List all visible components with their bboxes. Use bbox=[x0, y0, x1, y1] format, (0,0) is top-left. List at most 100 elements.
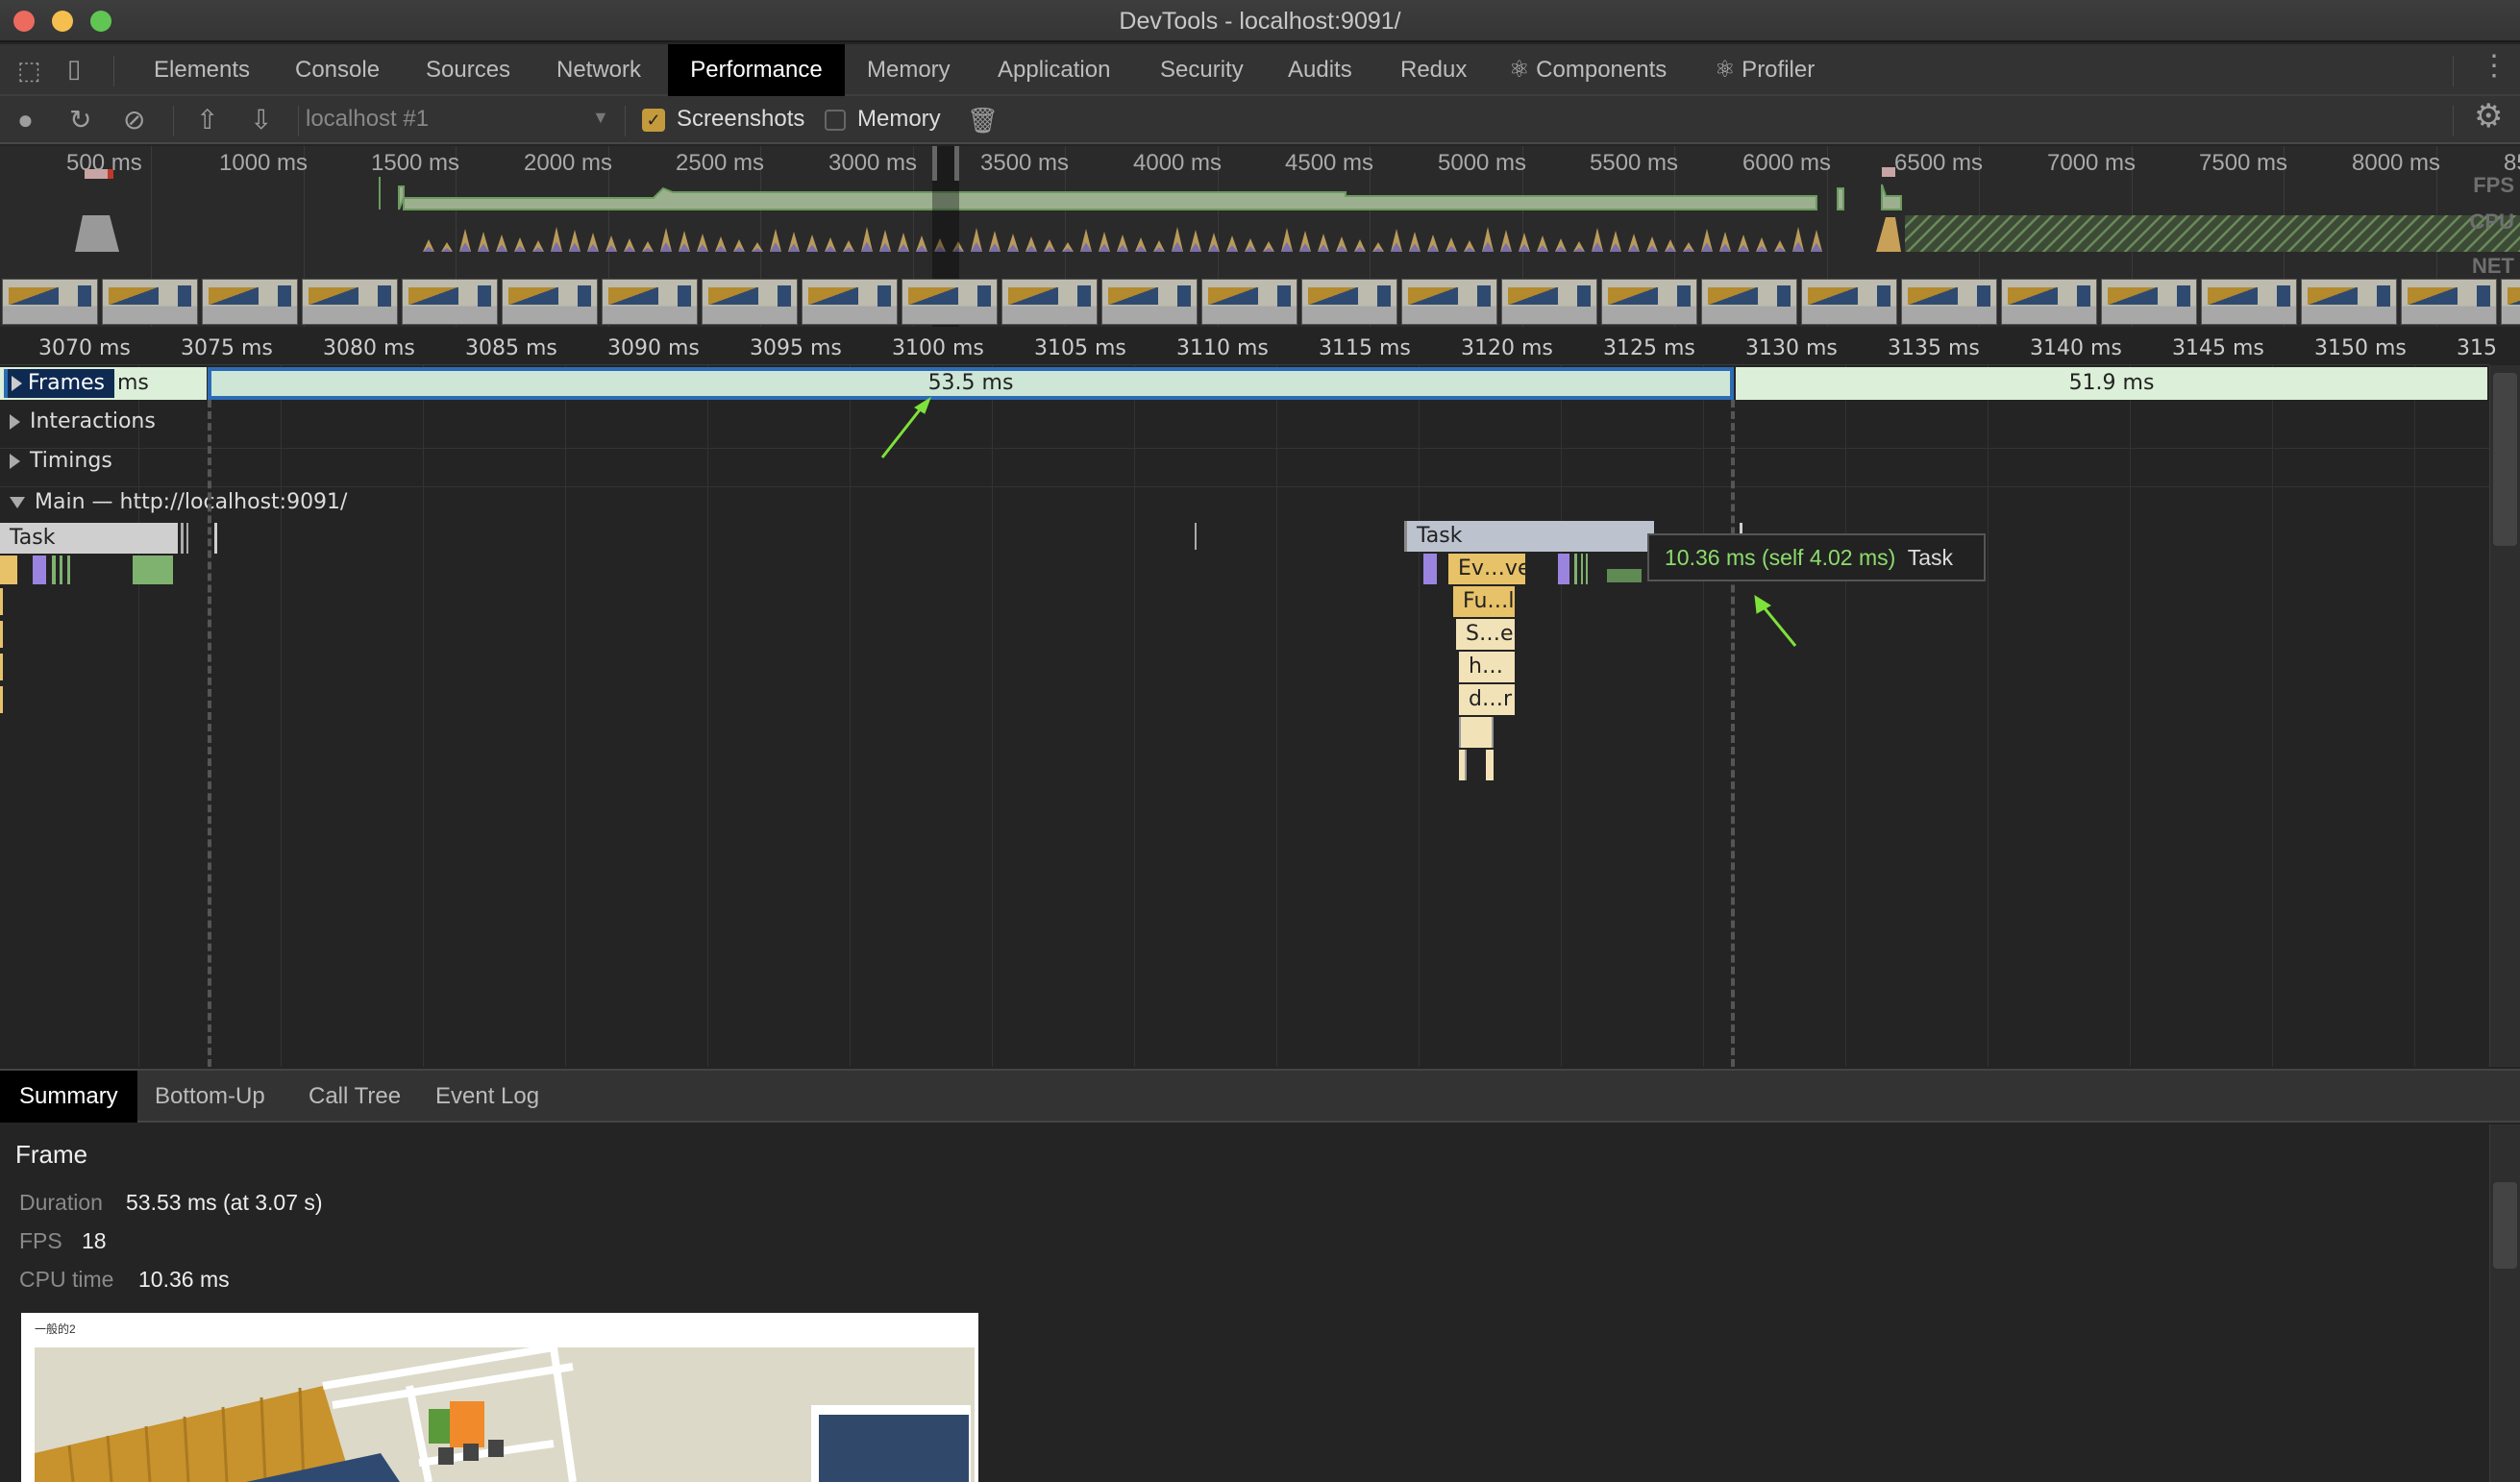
flame-painting-slice[interactable] bbox=[133, 556, 173, 584]
flame-call[interactable] bbox=[1459, 750, 1467, 780]
ruler-tick-label: 3130 ms bbox=[1745, 336, 1838, 360]
tab-elements[interactable]: Elements bbox=[135, 44, 269, 96]
frame-prev[interactable]: Frames ms bbox=[0, 367, 207, 400]
flame-task-slice[interactable] bbox=[181, 523, 184, 554]
timings-track-header[interactable]: Timings bbox=[10, 449, 112, 473]
flame-task-left[interactable]: Task bbox=[0, 523, 178, 554]
filmstrip-frame[interactable] bbox=[1801, 279, 1897, 325]
filmstrip-frame[interactable] bbox=[2501, 279, 2520, 325]
flame-painting-slice[interactable] bbox=[52, 556, 56, 584]
filmstrip-frame[interactable] bbox=[1601, 279, 1697, 325]
flame-task-right[interactable]: Task bbox=[1404, 521, 1654, 552]
flame-scripting-slice[interactable] bbox=[0, 556, 17, 584]
timeline-overview[interactable]: 500 ms 1000 ms 1500 ms 2000 ms 2500 ms 3000 m… bbox=[0, 146, 2520, 327]
filmstrip-thumbnail-block bbox=[1877, 285, 1890, 307]
tab-event-log[interactable]: Event Log bbox=[416, 1071, 558, 1123]
flame-scripting-stack[interactable] bbox=[0, 588, 3, 713]
filmstrip-frame[interactable] bbox=[702, 279, 798, 325]
filmstrip-thumbnail-block bbox=[877, 285, 891, 307]
tab-security[interactable]: Security bbox=[1141, 44, 1263, 96]
filmstrip-frame[interactable] bbox=[1301, 279, 1397, 325]
filmstrip-frame[interactable] bbox=[2201, 279, 2297, 325]
flame-rendering-slice[interactable] bbox=[1423, 554, 1437, 584]
flame-painting-slice[interactable] bbox=[1581, 554, 1583, 584]
flame-painting-slice[interactable] bbox=[60, 556, 62, 584]
memory-checkbox[interactable] bbox=[825, 110, 846, 131]
tab-profiler[interactable]: ⚛ Profiler bbox=[1695, 44, 1834, 96]
flame-painting-slice[interactable] bbox=[1607, 569, 1642, 582]
filmstrip-frame[interactable] bbox=[2101, 279, 2197, 325]
load-profile-icon[interactable]: ⇧ bbox=[196, 106, 218, 135]
tab-summary[interactable]: Summary bbox=[0, 1071, 137, 1123]
interactions-track-header[interactable]: Interactions bbox=[10, 409, 156, 433]
screenshots-checkbox[interactable]: ✓ bbox=[642, 109, 665, 132]
filmstrip-frame[interactable] bbox=[802, 279, 898, 325]
filmstrip-frame[interactable] bbox=[902, 279, 998, 325]
tab-sources[interactable]: Sources bbox=[407, 44, 530, 96]
flame-painting-slice[interactable] bbox=[1574, 554, 1577, 584]
flame-call[interactable]: h… bbox=[1459, 652, 1515, 682]
filmstrip-frame[interactable] bbox=[1201, 279, 1297, 325]
main-track-header[interactable]: Main — http://localhost:9091/ bbox=[10, 490, 347, 514]
flame-rendering-slice[interactable] bbox=[1558, 554, 1569, 584]
screenshot-filmstrip[interactable] bbox=[0, 277, 2520, 327]
flame-painting-slice[interactable] bbox=[67, 556, 70, 584]
filmstrip-frame[interactable] bbox=[2401, 279, 2497, 325]
filmstrip-frame[interactable] bbox=[2301, 279, 2397, 325]
filmstrip-frame[interactable] bbox=[202, 279, 298, 325]
save-profile-icon[interactable]: ⇩ bbox=[250, 106, 272, 135]
flame-call-event[interactable]: Ev…ve bbox=[1448, 554, 1525, 584]
flame-call-function[interactable]: Fu…l bbox=[1453, 586, 1515, 617]
frame-next[interactable]: 51.9 ms bbox=[1736, 367, 2487, 400]
flame-call[interactable] bbox=[1486, 750, 1494, 780]
profile-select[interactable]: localhost #1 ▼ bbox=[306, 106, 613, 135]
filmstrip-frame[interactable] bbox=[2001, 279, 2097, 325]
filmstrip-frame[interactable] bbox=[1901, 279, 1997, 325]
filmstrip-frame[interactable] bbox=[302, 279, 398, 325]
tab-application[interactable]: Application bbox=[978, 44, 1129, 96]
flame-painting-slice[interactable] bbox=[1586, 554, 1588, 584]
tab-console[interactable]: Console bbox=[276, 44, 399, 96]
tab-network[interactable]: Network bbox=[537, 44, 660, 96]
tab-bottom-up[interactable]: Bottom-Up bbox=[136, 1071, 284, 1123]
reload-record-icon[interactable]: ↻ bbox=[69, 106, 91, 135]
filmstrip-frame[interactable] bbox=[1701, 279, 1797, 325]
flame-task-slice[interactable] bbox=[1195, 523, 1197, 550]
flame-call[interactable]: d…r bbox=[1459, 684, 1515, 715]
flame-call[interactable] bbox=[1459, 717, 1494, 748]
flame-call[interactable]: S…e bbox=[1456, 619, 1515, 650]
scrollbar-thumb[interactable] bbox=[2493, 373, 2517, 546]
device-toolbar-icon[interactable]: ▯ bbox=[67, 54, 81, 83]
filmstrip-frame[interactable] bbox=[402, 279, 498, 325]
filmstrip-frame[interactable] bbox=[1001, 279, 1098, 325]
inspect-element-icon[interactable]: ⬚ bbox=[17, 56, 41, 85]
tab-call-tree[interactable]: Call Tree bbox=[289, 1071, 420, 1123]
record-icon[interactable]: ● bbox=[17, 106, 34, 135]
filmstrip-thumbnail-block bbox=[1777, 285, 1791, 307]
trash-icon[interactable]: 🗑 bbox=[967, 106, 999, 135]
flame-rendering-slice[interactable] bbox=[33, 556, 46, 584]
flame-chart-scrollbar[interactable] bbox=[2489, 365, 2520, 1067]
frame-selected[interactable]: 53.5 ms bbox=[208, 367, 1734, 400]
filmstrip-frame[interactable] bbox=[502, 279, 598, 325]
filmstrip-thumbnail bbox=[9, 287, 59, 305]
filmstrip-frame[interactable] bbox=[102, 279, 198, 325]
flame-task-slice[interactable] bbox=[214, 523, 217, 554]
tab-audits[interactable]: Audits bbox=[1269, 44, 1371, 96]
filmstrip-frame[interactable] bbox=[1501, 279, 1597, 325]
filmstrip-frame[interactable] bbox=[1401, 279, 1497, 325]
summary-scrollbar[interactable] bbox=[2489, 1124, 2520, 1482]
settings-gear-icon[interactable]: ⚙ bbox=[2474, 100, 2503, 133]
flame-task-slice[interactable] bbox=[186, 523, 188, 554]
scrollbar-thumb[interactable] bbox=[2493, 1182, 2517, 1269]
filmstrip-frame[interactable] bbox=[2, 279, 98, 325]
clear-icon[interactable]: ⊘ bbox=[123, 106, 145, 135]
filmstrip-frame[interactable] bbox=[1101, 279, 1198, 325]
tab-performance[interactable]: Performance bbox=[668, 44, 845, 96]
frames-track-header[interactable]: Frames bbox=[4, 369, 114, 398]
tab-redux[interactable]: Redux bbox=[1381, 44, 1486, 96]
more-options-icon[interactable]: ⋮ bbox=[2480, 52, 2508, 81]
tab-memory[interactable]: Memory bbox=[848, 44, 970, 96]
tab-components[interactable]: ⚛ Components bbox=[1490, 44, 1686, 96]
filmstrip-frame[interactable] bbox=[602, 279, 698, 325]
